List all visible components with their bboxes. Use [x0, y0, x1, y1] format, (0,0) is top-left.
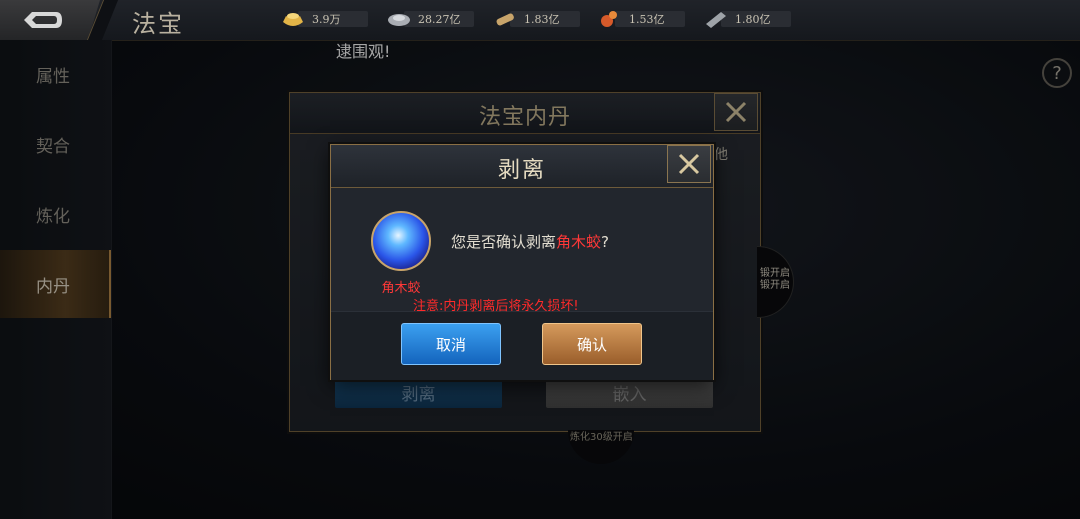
resource-scroll: 1.83亿 — [492, 8, 580, 30]
resource-whetstone: 1.80亿 — [703, 8, 791, 30]
scroll-icon — [496, 13, 514, 26]
back-arrow-icon — [24, 12, 62, 28]
silver-ingot-icon — [388, 14, 410, 26]
resource-value: 1.80亿 — [735, 13, 771, 26]
top-bar: 法宝 3.9万 28.27亿 1.83亿 1.53亿 1.80亿 — [0, 0, 1080, 41]
strip-dialog-footer — [331, 311, 713, 380]
cancel-button[interactable]: 取消 — [401, 323, 501, 365]
strip-dialog-close-button[interactable] — [667, 145, 711, 183]
whetstone-icon — [706, 12, 726, 28]
resource-gold: 3.9万 — [280, 8, 368, 30]
inner-core-orb-icon — [371, 211, 431, 271]
resource-gourd: 1.53亿 — [597, 8, 685, 30]
resource-value: 28.27亿 — [418, 13, 461, 26]
confirm-button[interactable]: 确认 — [542, 323, 642, 365]
close-icon — [678, 153, 700, 175]
strip-dialog-title: 剥离 — [497, 158, 546, 183]
page-title: 法宝 — [132, 10, 184, 38]
back-button[interactable] — [0, 0, 100, 40]
resource-value: 3.9万 — [312, 13, 341, 26]
resource-value: 1.83亿 — [524, 13, 560, 26]
strip-confirm-dialog: 剥离 角木蛟 您是否确认剥离角木蛟? 注意:内丹剥离后将永久损坏! 取消 确认 — [330, 144, 714, 380]
confirm-question: 您是否确认剥离角木蛟? — [451, 233, 609, 251]
resource-silver: 28.27亿 — [386, 8, 474, 30]
resource-value: 1.53亿 — [629, 13, 665, 26]
gourd-icon — [601, 11, 617, 27]
warning-text: 注意:内丹剥离后将永久损坏! — [413, 299, 579, 314]
inner-core-name: 角木蛟 — [381, 281, 421, 296]
gold-ingot-icon — [283, 13, 303, 26]
